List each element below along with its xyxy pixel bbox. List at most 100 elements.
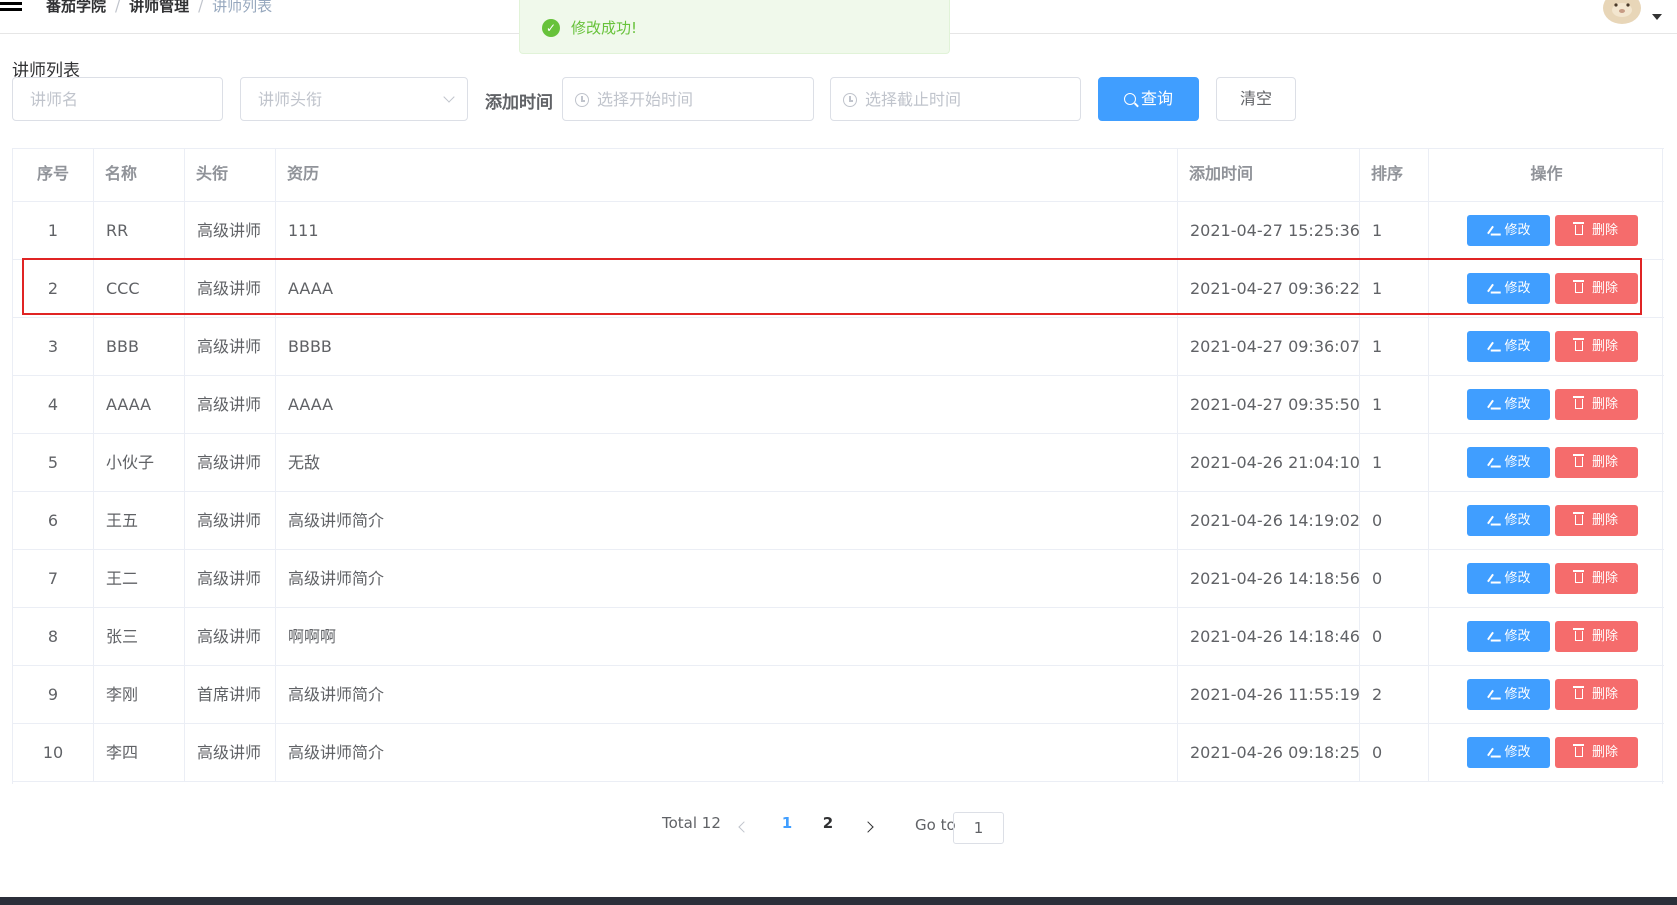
edit-icon <box>1487 283 1495 293</box>
delete-button[interactable]: 删除 <box>1555 679 1638 710</box>
next-page-icon[interactable] <box>862 821 874 833</box>
start-date-picker[interactable] <box>562 77 814 121</box>
cell-name: 李刚 <box>94 666 185 723</box>
prev-page-icon[interactable] <box>738 821 750 833</box>
header-created: 添加时间 <box>1178 149 1360 202</box>
delete-button[interactable]: 删除 <box>1555 563 1638 594</box>
edit-button-label: 修改 <box>1504 397 1531 412</box>
cell-sort: 0 <box>1360 492 1429 549</box>
trash-icon <box>1572 396 1584 409</box>
delete-button[interactable]: 删除 <box>1555 447 1638 478</box>
end-date-field[interactable] <box>831 78 1080 120</box>
cell-intro: 无敌 <box>276 434 1178 491</box>
breadcrumb: 番茄学院 / 讲师管理 / 讲师列表 <box>46 0 272 16</box>
delete-button-label: 删除 <box>1591 455 1618 470</box>
delete-button-label: 删除 <box>1591 571 1618 586</box>
trash-icon <box>1572 686 1584 699</box>
page-2[interactable]: 2 <box>818 814 838 832</box>
cell-level: 高级讲师 <box>185 550 276 607</box>
trash-icon <box>1572 338 1584 351</box>
edit-button[interactable]: 修改 <box>1467 563 1550 594</box>
cell-name: 张三 <box>94 608 185 665</box>
edit-icon <box>1487 747 1495 757</box>
cell-created: 2021-04-27 15:25:36 <box>1178 202 1360 259</box>
teacher-name-input[interactable] <box>12 77 223 121</box>
end-date-picker[interactable] <box>830 77 1081 121</box>
delete-button-label: 删除 <box>1591 687 1618 702</box>
table-row: 4 AAAA 高级讲师 AAAA 2021-04-27 09:35:50 1 修改 删除 <box>13 376 1664 434</box>
cell-name: AAAA <box>94 376 185 433</box>
cell-index: 4 <box>13 376 94 433</box>
clear-button[interactable]: 清空 <box>1216 77 1296 121</box>
breadcrumb-separator: / <box>198 0 204 15</box>
start-date-field[interactable] <box>563 78 813 120</box>
teacher-name-field[interactable] <box>13 78 222 120</box>
cell-level: 高级讲师 <box>185 608 276 665</box>
cell-created: 2021-04-27 09:36:07 <box>1178 318 1360 375</box>
delete-button-label: 删除 <box>1591 745 1618 760</box>
delete-button[interactable]: 删除 <box>1555 621 1638 652</box>
cell-created: 2021-04-26 11:55:19 <box>1178 666 1360 723</box>
edit-button[interactable]: 修改 <box>1467 215 1550 246</box>
breadcrumb-item[interactable]: 番茄学院 <box>46 0 106 15</box>
delete-button[interactable]: 删除 <box>1555 505 1638 536</box>
table-row: 10 李四 高级讲师 高级讲师简介 2021-04-26 09:18:25 0 修改 删除 <box>13 724 1664 782</box>
edit-button[interactable]: 修改 <box>1467 389 1550 420</box>
breadcrumb-item-current: 讲师列表 <box>212 0 273 15</box>
cell-intro: 高级讲师简介 <box>276 724 1178 781</box>
cell-intro: BBBB <box>276 318 1178 375</box>
delete-button[interactable]: 删除 <box>1555 389 1638 420</box>
teacher-level-select[interactable] <box>240 77 468 121</box>
table-header: 序号 名称 头衔 资历 添加时间 排序 操作 <box>13 148 1664 202</box>
edit-icon <box>1487 341 1495 351</box>
edit-button-label: 修改 <box>1504 687 1531 702</box>
table-row: 7 王二 高级讲师 高级讲师简介 2021-04-26 14:18:56 0 修改 删除 <box>13 550 1664 608</box>
edit-button[interactable]: 修改 <box>1467 679 1550 710</box>
cell-index: 6 <box>13 492 94 549</box>
edit-button[interactable]: 修改 <box>1467 505 1550 536</box>
header-intro: 资历 <box>276 149 1178 202</box>
search-icon <box>1123 93 1136 105</box>
cell-created: 2021-04-26 14:19:02 <box>1178 492 1360 549</box>
cell-name: 王二 <box>94 550 185 607</box>
delete-button[interactable]: 删除 <box>1555 215 1638 246</box>
bottom-bar <box>0 897 1677 905</box>
edit-button[interactable]: 修改 <box>1467 447 1550 478</box>
caret-down-icon[interactable] <box>1652 14 1662 20</box>
edit-button[interactable]: 修改 <box>1467 273 1550 304</box>
edit-button[interactable]: 修改 <box>1467 621 1550 652</box>
cell-intro: 高级讲师简介 <box>276 492 1178 549</box>
delete-button[interactable]: 删除 <box>1555 737 1638 768</box>
success-message: ✓ 修改成功! <box>519 0 950 54</box>
cell-intro: 高级讲师简介 <box>276 666 1178 723</box>
cell-sort: 1 <box>1360 202 1429 259</box>
breadcrumb-item[interactable]: 讲师管理 <box>129 0 189 15</box>
cell-sort: 0 <box>1360 608 1429 665</box>
cell-level: 高级讲师 <box>185 492 276 549</box>
table-row: 6 王五 高级讲师 高级讲师简介 2021-04-26 14:19:02 0 修改 删除 <box>13 492 1664 550</box>
goto-page-input[interactable]: 1 <box>953 812 1004 844</box>
teacher-level-field[interactable] <box>241 78 467 120</box>
delete-button-label: 删除 <box>1591 629 1618 644</box>
edit-button-label: 修改 <box>1504 455 1531 470</box>
delete-button[interactable]: 删除 <box>1555 331 1638 362</box>
clear-button-label: 清空 <box>1239 89 1272 108</box>
trash-icon <box>1572 280 1584 293</box>
page-1[interactable]: 1 <box>777 814 797 832</box>
delete-button[interactable]: 删除 <box>1555 273 1638 304</box>
edit-button-label: 修改 <box>1504 745 1531 760</box>
search-button[interactable]: 查询 <box>1098 77 1199 121</box>
cell-level: 高级讲师 <box>185 434 276 491</box>
edit-button[interactable]: 修改 <box>1467 331 1550 362</box>
cell-index: 1 <box>13 202 94 259</box>
breadcrumb-separator: / <box>115 0 121 15</box>
edit-button-label: 修改 <box>1504 513 1531 528</box>
hamburger-icon[interactable] <box>0 2 24 14</box>
message-text: 修改成功! <box>571 19 638 37</box>
delete-button-label: 删除 <box>1591 281 1618 296</box>
cell-name: 小伙子 <box>94 434 185 491</box>
cell-level: 高级讲师 <box>185 260 276 317</box>
avatar[interactable] <box>1600 0 1644 26</box>
cell-created: 2021-04-27 09:35:50 <box>1178 376 1360 433</box>
edit-button[interactable]: 修改 <box>1467 737 1550 768</box>
